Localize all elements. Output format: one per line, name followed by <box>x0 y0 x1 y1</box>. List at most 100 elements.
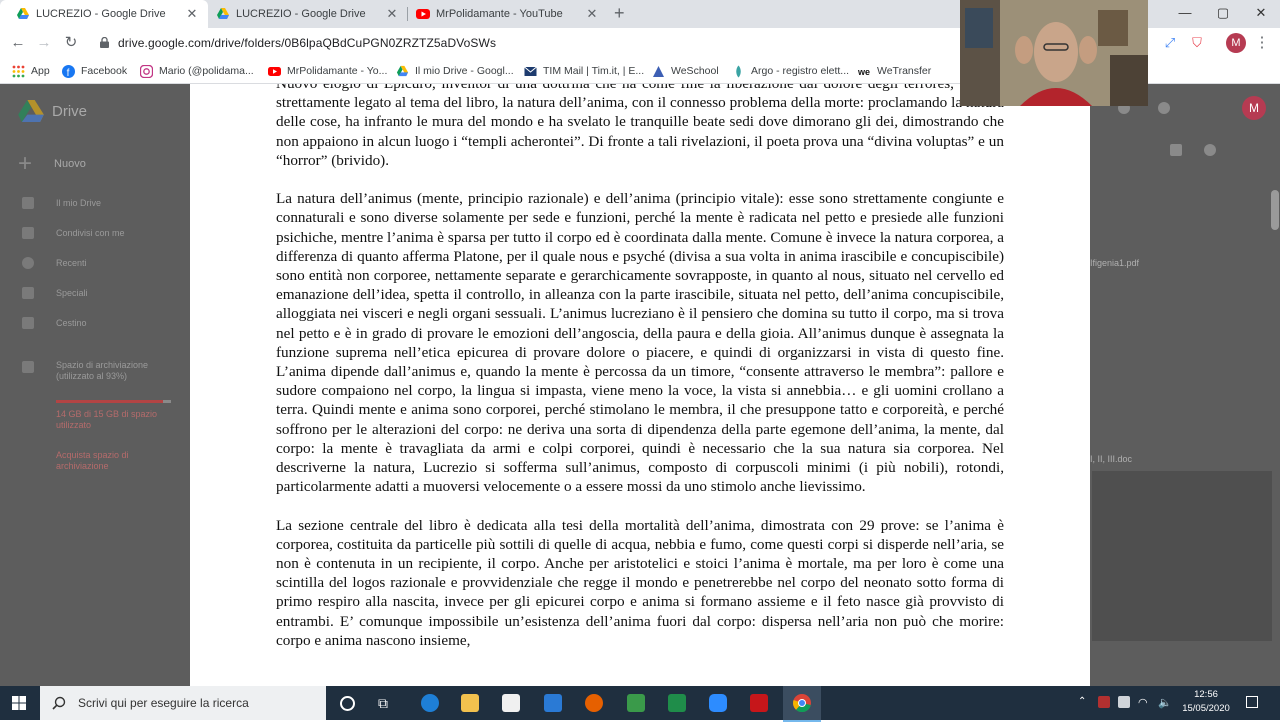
paragraph: Nuovo elogio di Epicuro, inventor di una… <box>276 84 1004 169</box>
file-thumbnail[interactable] <box>1092 471 1272 641</box>
address-bar[interactable]: drive.google.com/drive/folders/0B6lpaQBd… <box>92 31 962 55</box>
info-icon[interactable] <box>1204 144 1216 156</box>
weschool-icon <box>653 65 664 77</box>
plus-icon: + <box>18 150 33 177</box>
wetransfer-icon: we <box>858 67 870 77</box>
system-clock[interactable]: 12:56 15/05/2020 <box>1178 688 1234 716</box>
photos-icon[interactable] <box>627 694 645 712</box>
buy-storage-link[interactable]: Acquista spazio di archiviazione <box>56 450 171 472</box>
acrobat-icon[interactable] <box>750 694 768 712</box>
nav-my-drive[interactable]: Il mio Drive <box>22 197 101 209</box>
edge-icon[interactable] <box>421 694 439 712</box>
tab-title: LUCREZIO - Google Drive <box>36 8 166 20</box>
storage-icon <box>22 361 34 373</box>
bookmark-instagram[interactable]: Mario (@polidama... <box>140 63 254 79</box>
notifications-icon[interactable] <box>1246 696 1258 708</box>
profile-avatar[interactable]: M <box>1226 33 1246 53</box>
network-icon[interactable]: ◠ <box>1138 696 1150 709</box>
close-tab-icon[interactable]: ✕ <box>384 6 400 22</box>
mail-app-icon[interactable] <box>544 694 562 712</box>
nav-shared[interactable]: Condivisi con me <box>22 227 125 239</box>
close-window-button[interactable]: ✕ <box>1242 0 1280 28</box>
task-view-icon[interactable]: ⧉ <box>378 695 388 712</box>
bookmark-argo[interactable]: Argo - registro elett... <box>732 63 849 79</box>
bookmark-label: MrPolidamante - Yo... <box>287 65 388 77</box>
reload-button[interactable]: ↻ <box>61 33 81 53</box>
nav-label: Condivisi con me <box>56 228 125 238</box>
mail-icon <box>524 66 537 76</box>
extension-icon[interactable]: ⤢ <box>1160 33 1180 53</box>
settings-gear-icon[interactable] <box>1158 102 1170 114</box>
file-name[interactable]: I, II, III.doc <box>1090 454 1132 464</box>
trash-icon <box>22 317 34 329</box>
back-button[interactable]: ← <box>8 33 28 53</box>
instagram-icon <box>140 64 153 78</box>
bookmark-drive[interactable]: Il mio Drive - Googl... <box>396 63 514 79</box>
bookmark-wetransfer[interactable]: we WeTransfer <box>858 63 931 79</box>
taskbar: Scrivi qui per eseguire la ricerca ⧉ ⌃ ◠… <box>0 686 1280 722</box>
tab-lucrezio-drive-1[interactable]: LUCREZIO - Google Drive ✕ <box>0 0 208 28</box>
excel-icon[interactable] <box>668 694 686 712</box>
paragraph: La natura dell’animus (mente, principio … <box>276 190 1004 496</box>
drive-icon <box>396 65 409 76</box>
volume-icon[interactable]: 🔈 <box>1158 696 1172 709</box>
device-icon[interactable] <box>1118 696 1130 708</box>
cortana-icon[interactable] <box>340 696 355 711</box>
menu-icon[interactable]: ⋮ <box>1252 33 1272 53</box>
nav-label: Speciali <box>56 288 88 298</box>
tab-youtube[interactable]: MrPolidamante - YouTube ✕ <box>400 0 608 28</box>
nav-storage[interactable] <box>22 361 56 373</box>
nav-label: Il mio Drive <box>56 198 102 208</box>
new-button[interactable]: + Nuovo <box>18 150 86 178</box>
firefox-icon[interactable] <box>585 694 603 712</box>
drive-app: Drive + Nuovo Il mio Drive Condivisi con… <box>0 84 1280 686</box>
bookmark-youtube[interactable]: MrPolidamante - Yo... <box>268 63 387 79</box>
store-icon[interactable] <box>502 694 520 712</box>
nav-recent[interactable]: Recenti <box>22 257 87 269</box>
drive-file-area: M Ifigenia1.pdf I, II, III.doc <box>1090 84 1280 686</box>
my-drive-icon <box>22 197 34 209</box>
drive-icon <box>17 8 29 19</box>
new-tab-button[interactable]: + <box>614 3 625 24</box>
clock-icon <box>22 257 34 269</box>
windows-start-icon[interactable] <box>12 696 26 710</box>
antivirus-icon[interactable] <box>1098 696 1110 708</box>
pocket-icon[interactable]: ⛉ <box>1187 33 1207 53</box>
bookmark-tim-mail[interactable]: TIM Mail | Tim.it, | E... <box>524 63 644 79</box>
close-tab-icon[interactable]: ✕ <box>184 6 200 22</box>
forward-button[interactable]: → <box>34 33 54 53</box>
zoom-icon[interactable] <box>709 694 727 712</box>
storage-used-text: 14 GB di 15 GB di spazio utilizzato <box>56 409 158 430</box>
bookmark-label: WeTransfer <box>877 65 932 77</box>
account-avatar[interactable]: M <box>1242 96 1266 120</box>
nav-starred[interactable]: Speciali <box>22 287 88 299</box>
bookmark-weschool[interactable]: WeSchool <box>652 63 719 79</box>
nav-label: Cestino <box>56 318 87 328</box>
star-icon <box>22 287 34 299</box>
minimize-button[interactable]: — <box>1166 0 1204 28</box>
lock-icon <box>100 37 109 48</box>
bookmark-label: Il mio Drive - Googl... <box>415 65 514 77</box>
scrollbar[interactable] <box>1271 190 1279 230</box>
bookmark-label: TIM Mail | Tim.it, | E... <box>543 65 645 77</box>
taskbar-search[interactable]: Scrivi qui per eseguire la ricerca <box>40 686 326 720</box>
chrome-icon <box>793 694 811 712</box>
tab-title: MrPolidamante - YouTube <box>436 8 563 20</box>
bookmark-label: Argo - registro elett... <box>751 65 850 77</box>
chevron-up-icon[interactable]: ⌃ <box>1078 696 1090 708</box>
argo-icon <box>736 65 741 77</box>
bookmark-app[interactable]: App <box>12 63 50 79</box>
maximize-button[interactable]: ▢ <box>1204 0 1242 28</box>
chrome-icon-active[interactable] <box>783 686 821 722</box>
list-view-icon[interactable] <box>1170 144 1182 156</box>
youtube-icon <box>268 66 281 76</box>
bookmark-facebook[interactable]: f Facebook <box>62 63 127 79</box>
apps-grid-icon <box>12 65 25 77</box>
drive-icon <box>217 8 229 19</box>
file-explorer-icon[interactable] <box>461 694 479 712</box>
tab-lucrezio-drive-2[interactable]: LUCREZIO - Google Drive ✕ <box>200 0 408 28</box>
svg-text:we: we <box>858 67 870 77</box>
close-tab-icon[interactable]: ✕ <box>584 6 600 22</box>
nav-trash[interactable]: Cestino <box>22 317 87 329</box>
file-name[interactable]: Ifigenia1.pdf <box>1090 258 1139 268</box>
